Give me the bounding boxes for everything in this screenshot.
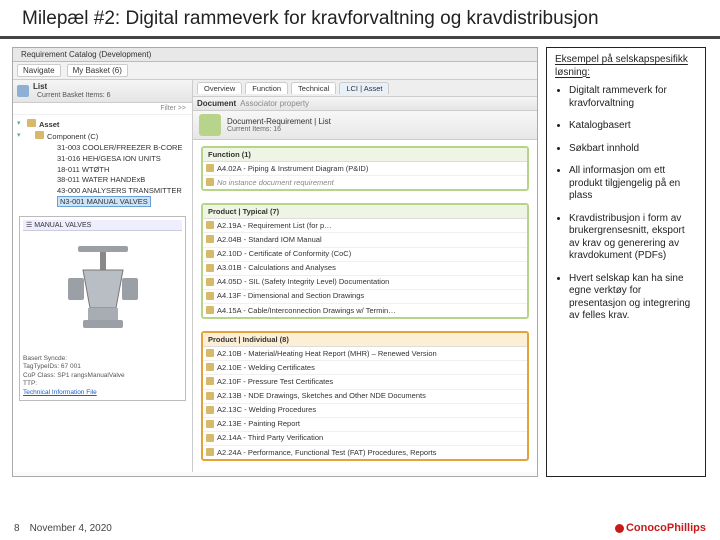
doc-title: Document-Requirement | List [227, 117, 331, 126]
list-item[interactable]: A2.14A - Third Party Verification [203, 432, 527, 446]
logo-dot-icon [615, 524, 624, 533]
list-title: List [33, 82, 115, 91]
group-title: Product | Individual (8) [208, 335, 289, 344]
list-item[interactable]: A4.05D - SIL (Safety Integrity Level) Do… [203, 276, 527, 290]
preview-meta: CoP Class: SP1 rangsManualValve [23, 372, 182, 380]
list-item[interactable]: A2.10D - Certificate of Conformity (CoC) [203, 248, 527, 262]
asset-tree[interactable]: Asset Component (C) 31-003 COOLER/FREEZE… [13, 115, 192, 212]
side-bullet: Katalogbasert [569, 120, 697, 133]
side-bullet: Hvert selskap kan ha sine egne verktøy f… [569, 273, 697, 323]
basket-button[interactable]: My Basket (6) [67, 64, 128, 77]
preview-meta: TagTypeIDs: 67 001 [23, 363, 182, 371]
title-bar: Milepæl #2: Digital rammeverk for kravfo… [0, 0, 720, 39]
tab-technical[interactable]: Technical [291, 82, 336, 94]
brand-logo: ConocoPhillips [615, 522, 706, 534]
preview-meta: Basert Syncde: [23, 355, 182, 363]
list-item: No instance document requirement [203, 176, 527, 189]
tree-item[interactable]: 38-011 WATER HANDExB [47, 175, 188, 186]
tab-asset[interactable]: LCI | Asset [339, 82, 389, 94]
tree-item[interactable]: 31-003 COOLER/FREEZER B-CORE [47, 143, 188, 154]
tree-item-selected[interactable]: N3-001 MANUAL VALVES [47, 197, 188, 208]
side-notes: Eksempel på selskapspesifikk løsning: Di… [546, 47, 706, 477]
doc-tab-sub[interactable]: Associator property [240, 99, 309, 108]
tree-item[interactable]: 31-016 HEH/GESA ION UNITS [47, 154, 188, 165]
list-item[interactable]: A4.02A - Piping & Instrument Diagram (P&… [203, 162, 527, 176]
list-panel-header: List Current Basket Items: 6 [13, 80, 192, 103]
folder-icon [35, 131, 44, 139]
tab-overview[interactable]: Overview [197, 82, 242, 94]
preview-link[interactable]: Technical Information File [23, 389, 182, 397]
slide-footer: 8 November 4, 2020 ConocoPhillips [0, 522, 720, 534]
tree-component[interactable]: Component (C) [47, 132, 98, 141]
preview-title: MANUAL VALVES [34, 222, 91, 229]
app-window-title: Requirement Catalog (Development) [13, 48, 537, 62]
list-subtitle: Current Basket Items: 6 [33, 91, 115, 100]
side-bullet: Søkbart innhold [569, 143, 697, 156]
side-bullet: Kravdistribusjon i form av brukergrenses… [569, 213, 697, 263]
list-item[interactable]: A3.01B - Calculations and Analyses [203, 262, 527, 276]
list-item[interactable]: A2.13E - Painting Report [203, 418, 527, 432]
valve-image [23, 233, 182, 353]
slide-title: Milepæl #2: Digital rammeverk for kravfo… [22, 8, 720, 30]
window-title-text: Requirement Catalog (Development) [21, 50, 151, 59]
filter-button[interactable]: Filter >> [160, 105, 186, 112]
list-item[interactable]: A2.10F - Pressure Test Certificates [203, 375, 527, 389]
list-item[interactable]: A2.10B - Material/Heating Heat Report (M… [203, 347, 527, 361]
doc-header: Document-Requirement | List Current Item… [193, 111, 537, 140]
list-item[interactable]: A2.13C - Welding Procedures [203, 404, 527, 418]
app-screenshot: Requirement Catalog (Development) Naviga… [12, 47, 538, 477]
page-number: 8 [14, 523, 20, 534]
list-item[interactable]: A2.04B - Standard IOM Manual [203, 233, 527, 247]
group-typical: Product | Typical (7) A2.19A - Requireme… [201, 203, 529, 319]
group-title: Product | Typical (7) [208, 207, 279, 216]
group-function: Function (1) A4.02A - Piping & Instrumen… [201, 146, 529, 191]
list-item[interactable]: A2.19A - Requirement List (for p… [203, 219, 527, 233]
preview-card: ☰ MANUAL VALVES [19, 216, 186, 401]
doc-list-icon [199, 114, 221, 136]
group-individual: Product | Individual (8) A2.10B - Materi… [201, 331, 529, 461]
preview-meta: TTP: [23, 380, 182, 388]
group-title: Function (1) [208, 150, 251, 159]
doc-tab-main[interactable]: Document [197, 99, 236, 108]
list-item[interactable]: A4.13F - Dimensional and Section Drawing… [203, 290, 527, 304]
tree-item[interactable]: 18-011 WTØTH [47, 165, 188, 176]
list-icon [17, 85, 29, 97]
side-bullet: All informasjon om ett produkt tilgjenge… [569, 165, 697, 203]
side-lead: Eksempel på selskapspesifikk løsning: [555, 54, 688, 78]
tree-root[interactable]: Asset [39, 120, 59, 129]
nav-button[interactable]: Navigate [17, 64, 61, 77]
side-bullet: Digitalt rammeverk for kravforvaltning [569, 85, 697, 110]
doc-tabs: Overview Function Technical LCI | Asset [193, 80, 537, 97]
doc-panel-header: Document Associator property [193, 97, 537, 111]
footer-date: November 4, 2020 [30, 523, 112, 534]
folder-icon [27, 119, 36, 127]
doc-subtitle: Current Items: 16 [227, 126, 331, 133]
preview-icon: ☰ [26, 222, 32, 229]
list-item[interactable]: A2.13B - NDE Drawings, Sketches and Othe… [203, 390, 527, 404]
app-toolbar: Navigate My Basket (6) [13, 62, 537, 80]
list-item[interactable]: A2.10E - Welding Certificates [203, 361, 527, 375]
brand-text: ConocoPhillips [626, 522, 706, 534]
list-item[interactable]: A2.24A - Performance, Functional Test (F… [203, 446, 527, 459]
list-item[interactable]: A4.15A - Cable/Interconnection Drawings … [203, 304, 527, 317]
tab-function[interactable]: Function [245, 82, 288, 94]
